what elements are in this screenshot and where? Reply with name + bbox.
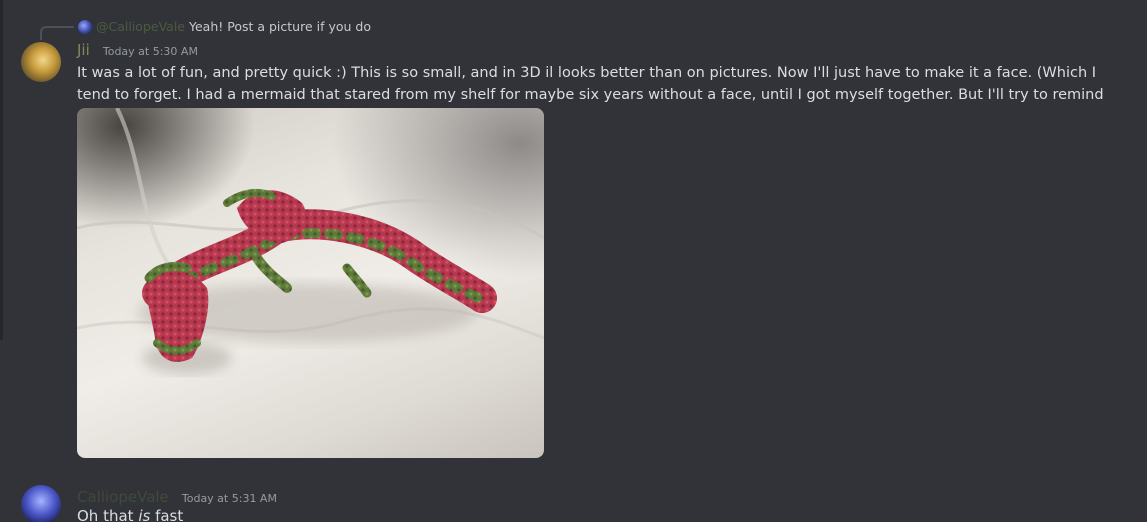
message-author[interactable]: Jii [77,41,90,59]
message-header: Jii Today at 5:30 AM [77,40,198,59]
reply-avatar[interactable] [78,20,92,34]
attachment-photo [77,108,544,374]
reply-text[interactable]: Yeah! Post a picture if you do [189,19,371,34]
message-text-part: Oh that [77,507,139,522]
chat-messages: @CalliopeVale Yeah! Post a picture if yo… [0,0,1147,522]
reply-line-icon [40,26,74,40]
message-timestamp[interactable]: Today at 5:31 AM [182,492,277,505]
avatar[interactable] [21,42,61,82]
message-timestamp[interactable]: Today at 5:30 AM [103,45,198,58]
channel-divider [0,0,3,340]
message-content: Oh that is fast [77,506,183,522]
message-text-part: fast [150,507,184,522]
reply-author[interactable]: @CalliopeVale [96,19,185,34]
message-author[interactable]: CalliopeVale [77,488,169,506]
image-attachment[interactable] [77,108,544,458]
avatar[interactable] [21,485,61,522]
message-header: CalliopeVale Today at 5:31 AM [77,487,277,506]
message-text-emphasis: is [138,507,151,522]
